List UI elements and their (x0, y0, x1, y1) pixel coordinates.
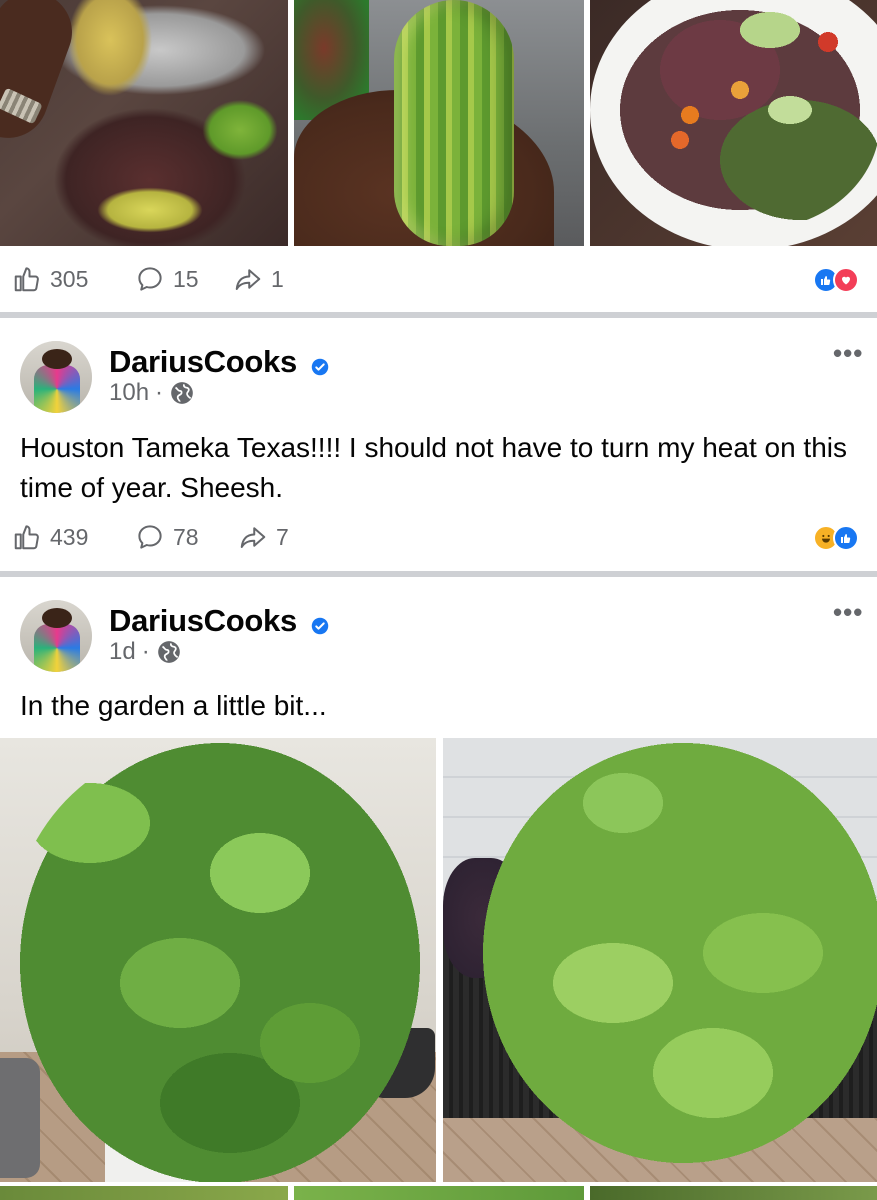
reaction-summary[interactable] (813, 267, 859, 293)
share-count: 1 (271, 265, 284, 292)
like-count: 305 (50, 265, 89, 292)
love-reaction-icon (833, 267, 859, 293)
post-meta: 1d · (109, 638, 182, 666)
share-button[interactable]: 7 (238, 522, 289, 552)
cucumber-plant-tower-photo[interactable] (0, 738, 436, 1182)
avatar[interactable] (20, 600, 92, 672)
avatar[interactable] (20, 341, 92, 413)
post-time[interactable]: 10h (109, 379, 149, 407)
thumbs-up-icon (14, 525, 39, 550)
post1-action-bar: 305 15 1 (0, 250, 877, 310)
verified-badge-icon (311, 358, 329, 376)
salad-plate-photo[interactable] (590, 0, 877, 246)
thumbs-up-icon (14, 267, 39, 292)
next-photo-row (0, 1186, 877, 1200)
post-divider (0, 571, 877, 577)
share-icon (240, 527, 266, 548)
more-options-button[interactable]: ••• (833, 338, 863, 369)
photo-thumbnail[interactable] (590, 1186, 877, 1200)
comment-button[interactable]: 15 (135, 264, 199, 294)
comment-count: 15 (173, 265, 199, 292)
like-button[interactable]: 305 (12, 264, 88, 294)
more-options-button[interactable]: ••• (833, 597, 863, 628)
post-meta: 10h · (109, 379, 195, 407)
like-reaction-icon (833, 525, 859, 551)
like-count: 439 (50, 523, 89, 550)
post-text: In the garden a little bit... (20, 690, 327, 721)
globe-icon (171, 382, 193, 404)
post2-action-bar: 439 78 7 (0, 508, 877, 568)
photo-thumbnail[interactable] (294, 1186, 584, 1200)
share-icon (235, 269, 261, 290)
author-name[interactable]: DariusCooks (109, 603, 297, 639)
share-button[interactable]: 1 (233, 264, 284, 294)
share-count: 7 (276, 523, 289, 550)
post-time[interactable]: 1d (109, 638, 136, 666)
comment-button[interactable]: 78 (135, 522, 199, 552)
cucumber-in-hand-photo[interactable] (294, 0, 584, 246)
cucumber-plant-planter-photo[interactable] (443, 738, 877, 1182)
comment-icon (138, 525, 162, 549)
reaction-summary[interactable] (813, 525, 859, 551)
like-button[interactable]: 439 (12, 522, 88, 552)
verified-badge-icon (311, 617, 329, 635)
comment-icon (138, 267, 162, 291)
globe-icon (157, 641, 180, 663)
post-divider (0, 312, 877, 318)
author-name[interactable]: DariusCooks (109, 344, 297, 380)
photo-thumbnail[interactable] (0, 1186, 288, 1200)
comment-count: 78 (173, 523, 199, 550)
post-text: Houston Tameka Texas!!!! I should not ha… (20, 432, 847, 503)
peppers-in-colander-photo[interactable] (0, 0, 288, 246)
